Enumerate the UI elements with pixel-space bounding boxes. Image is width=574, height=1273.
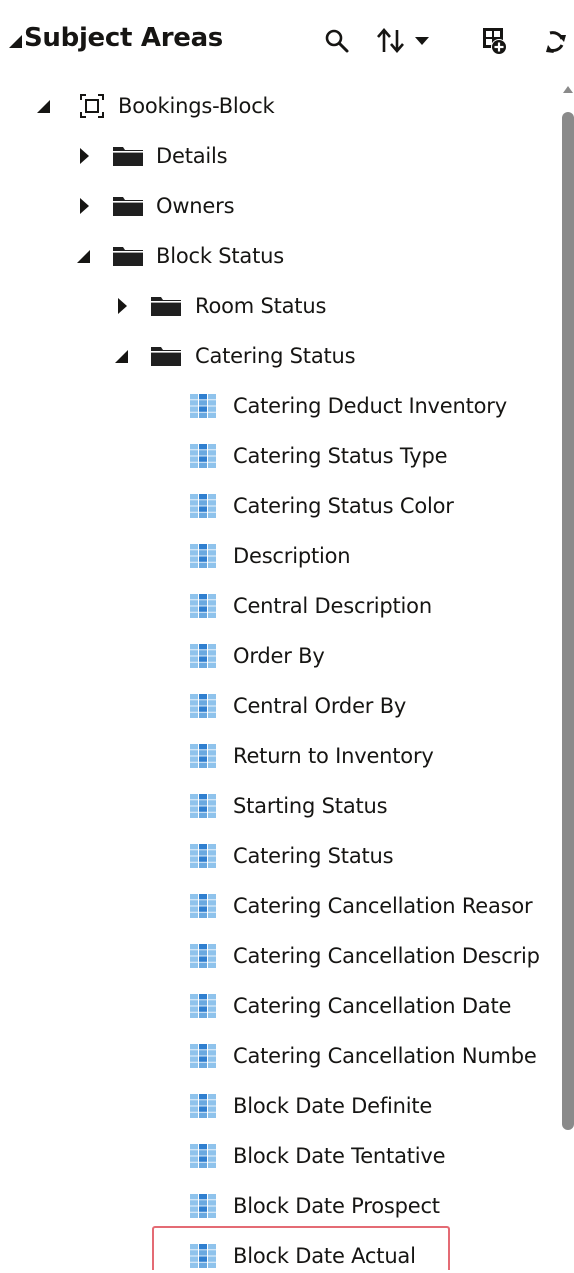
column-icon: [189, 584, 217, 628]
expanded-caret-icon[interactable]: [37, 84, 51, 128]
column-icon: [189, 484, 217, 528]
tree-node[interactable]: Order By: [0, 634, 562, 678]
tree-node[interactable]: Details: [0, 134, 562, 178]
tree-node-label: Return to Inventory: [233, 744, 434, 768]
refresh-icon[interactable]: [532, 22, 574, 60]
column-icon: [189, 734, 217, 778]
tree-node[interactable]: Catering Status: [0, 334, 562, 378]
tree-node-label: Catering Deduct Inventory: [233, 394, 507, 418]
tree-node[interactable]: Room Status: [0, 284, 562, 328]
tree-node[interactable]: Bookings-Block: [0, 84, 562, 128]
column-icon: [189, 934, 217, 978]
expanded-caret-icon[interactable]: [77, 234, 91, 278]
highlight-box: [152, 1226, 450, 1270]
tree-node-label: Catering Status: [195, 344, 356, 368]
tree-node-label: Bookings-Block: [118, 94, 275, 118]
tree-node-label: Block Status: [156, 244, 284, 268]
tree-node[interactable]: Block Date Definite: [0, 1084, 562, 1128]
collapsed-caret-icon[interactable]: [77, 134, 91, 178]
subject-area-icon: [78, 84, 106, 128]
collapsed-caret-icon[interactable]: [77, 184, 91, 228]
tree-node[interactable]: Description: [0, 534, 562, 578]
tree-node-label: Order By: [233, 644, 325, 668]
tree-node[interactable]: Catering Status Color: [0, 484, 562, 528]
expanded-caret-icon[interactable]: [115, 334, 129, 378]
tree-node-label: Block Date Definite: [233, 1094, 433, 1118]
subject-area-tree: Bookings-Block Details Owners Block Status R…: [0, 84, 562, 1273]
tree-node-label: Details: [156, 144, 228, 168]
column-icon: [189, 534, 217, 578]
tree-node-label: Block Date Tentative: [233, 1144, 446, 1168]
scroll-up-icon[interactable]: [563, 86, 573, 93]
folder-icon: [150, 334, 182, 378]
tree-node[interactable]: Catering Cancellation Date: [0, 984, 562, 1028]
panel-title: Subject Areas: [24, 23, 223, 53]
tree-node[interactable]: Catering Cancellation Reasor: [0, 884, 562, 928]
tree-node[interactable]: Catering Deduct Inventory: [0, 384, 562, 428]
search-icon[interactable]: [320, 22, 354, 60]
tree-node-label: Block Date Prospect: [233, 1194, 440, 1218]
tree-node-label: Central Description: [233, 594, 432, 618]
tree-node-label: Catering Cancellation Numbe: [233, 1044, 537, 1068]
tree-node[interactable]: Central Description: [0, 584, 562, 628]
scrollbar-thumb[interactable]: [562, 112, 574, 1130]
tree-node-label: Catering Cancellation Descrip: [233, 944, 540, 968]
chevron-down-icon[interactable]: [410, 22, 434, 60]
tree-node-label: Description: [233, 544, 351, 568]
collapsed-caret-icon[interactable]: [115, 284, 129, 328]
column-icon: [189, 984, 217, 1028]
tree-node-label: Catering Status: [233, 844, 394, 868]
vertical-scrollbar[interactable]: [562, 84, 574, 1273]
sort-icon[interactable]: [374, 22, 408, 60]
tree-node-label: Owners: [156, 194, 235, 218]
tree-node[interactable]: Catering Cancellation Descrip: [0, 934, 562, 978]
column-icon: [189, 634, 217, 678]
tree-node-label: Catering Cancellation Date: [233, 994, 512, 1018]
tree-node[interactable]: Owners: [0, 184, 562, 228]
column-icon: [189, 434, 217, 478]
tree-node-label: Catering Cancellation Reasor: [233, 894, 533, 918]
column-icon: [189, 1134, 217, 1178]
column-icon: [189, 1084, 217, 1128]
column-icon: [189, 384, 217, 428]
collapse-panel-icon[interactable]: [9, 35, 22, 48]
column-icon: [189, 1034, 217, 1078]
folder-icon: [112, 234, 144, 278]
column-icon: [189, 1184, 217, 1228]
tree-node[interactable]: Central Order By: [0, 684, 562, 728]
column-icon: [189, 784, 217, 828]
column-icon: [189, 884, 217, 928]
tree-node[interactable]: Catering Cancellation Numbe: [0, 1034, 562, 1078]
column-icon: [189, 684, 217, 728]
tree-node[interactable]: Block Date Prospect: [0, 1184, 562, 1228]
tree-node[interactable]: Catering Status: [0, 834, 562, 878]
add-to-canvas-icon[interactable]: [474, 22, 514, 60]
tree-node-label: Catering Status Color: [233, 494, 454, 518]
subject-areas-header: Subject Areas: [0, 0, 574, 84]
folder-icon: [112, 134, 144, 178]
tree-node[interactable]: Return to Inventory: [0, 734, 562, 778]
tree-node-label: Central Order By: [233, 694, 407, 718]
tree-node[interactable]: Block Status: [0, 234, 562, 278]
folder-icon: [150, 284, 182, 328]
tree-node[interactable]: Block Date Tentative: [0, 1134, 562, 1178]
tree-node-label: Starting Status: [233, 794, 388, 818]
folder-icon: [112, 184, 144, 228]
column-icon: [189, 834, 217, 878]
tree-node-label: Room Status: [195, 294, 327, 318]
tree-node[interactable]: Starting Status: [0, 784, 562, 828]
tree-node-label: Catering Status Type: [233, 444, 448, 468]
tree-node[interactable]: Catering Status Type: [0, 434, 562, 478]
